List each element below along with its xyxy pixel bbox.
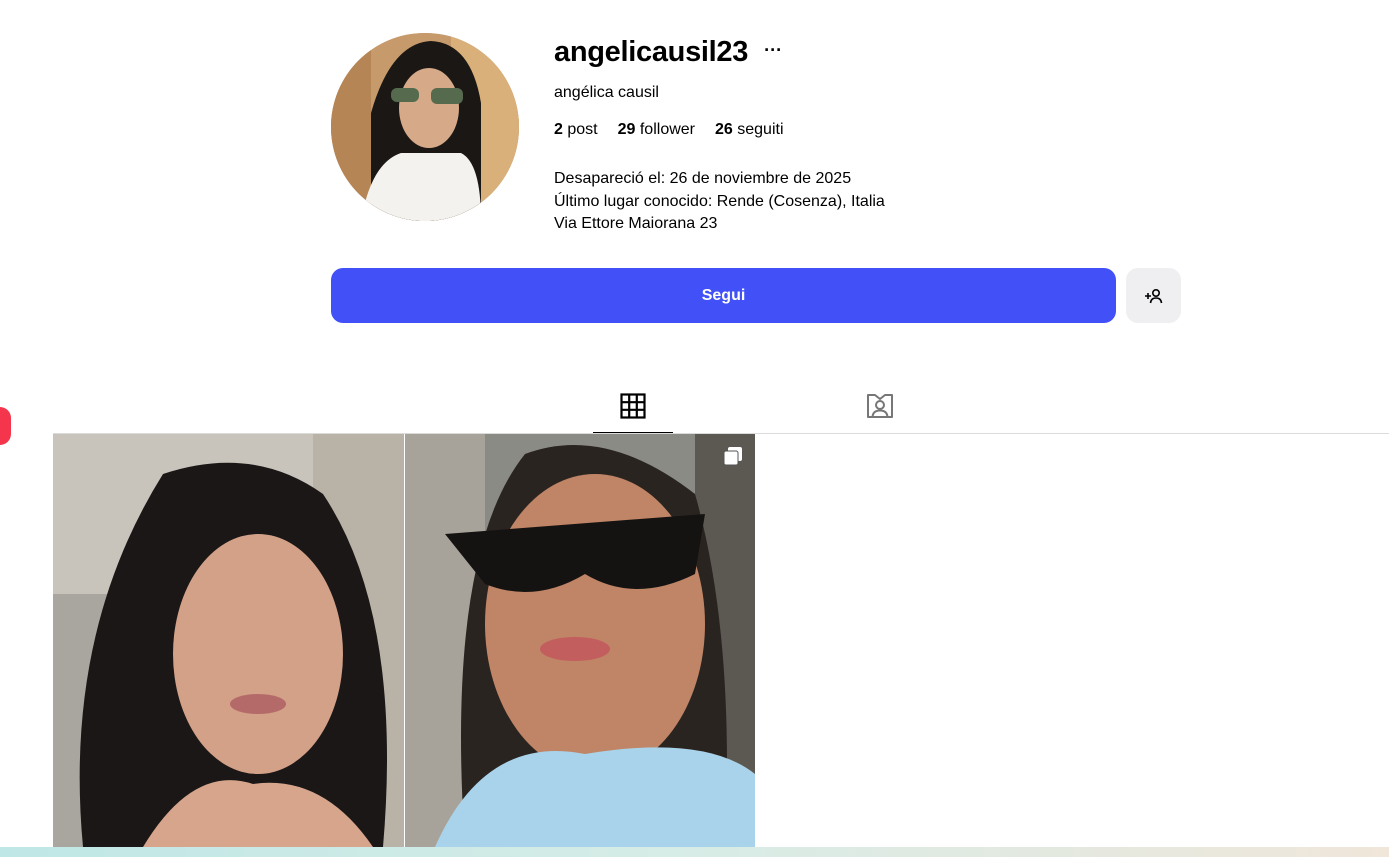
followers-stat[interactable]: 29 follower — [618, 121, 695, 139]
multiple-images-icon — [723, 447, 742, 466]
post-thumbnail[interactable] — [53, 434, 404, 847]
more-options-icon[interactable]: ··· — [764, 41, 782, 65]
profile-avatar[interactable] — [331, 33, 519, 221]
grid-icon — [620, 393, 646, 419]
tab-tagged[interactable] — [840, 380, 920, 432]
profile-bio: Desapareció el: 26 de noviembre de 2025 … — [554, 168, 885, 236]
post-thumbnail[interactable] — [405, 434, 755, 847]
taskbar-strip — [0, 847, 1389, 857]
add-person-icon — [1144, 288, 1162, 303]
follow-button[interactable]: Segui — [331, 268, 1116, 323]
tab-posts[interactable] — [593, 380, 673, 434]
suggested-users-button[interactable] — [1126, 268, 1181, 323]
username: angelicausil23 — [554, 36, 749, 68]
posts-stat: 2 post — [554, 121, 598, 138]
bio-line: Via Ettore Maiorana 23 — [554, 215, 718, 232]
bio-line: Desapareció el: 26 de noviembre de 2025 — [554, 170, 852, 187]
bio-line: Último lugar conocido: Rende (Cosenza), … — [554, 192, 885, 210]
tagged-icon — [867, 394, 893, 418]
notification-badge[interactable] — [0, 407, 11, 445]
profile-stats: 2 post 29 follower 26 seguiti — [554, 121, 784, 139]
full-name: angélica causil — [554, 84, 659, 101]
following-stat[interactable]: 26 seguiti — [715, 121, 784, 139]
